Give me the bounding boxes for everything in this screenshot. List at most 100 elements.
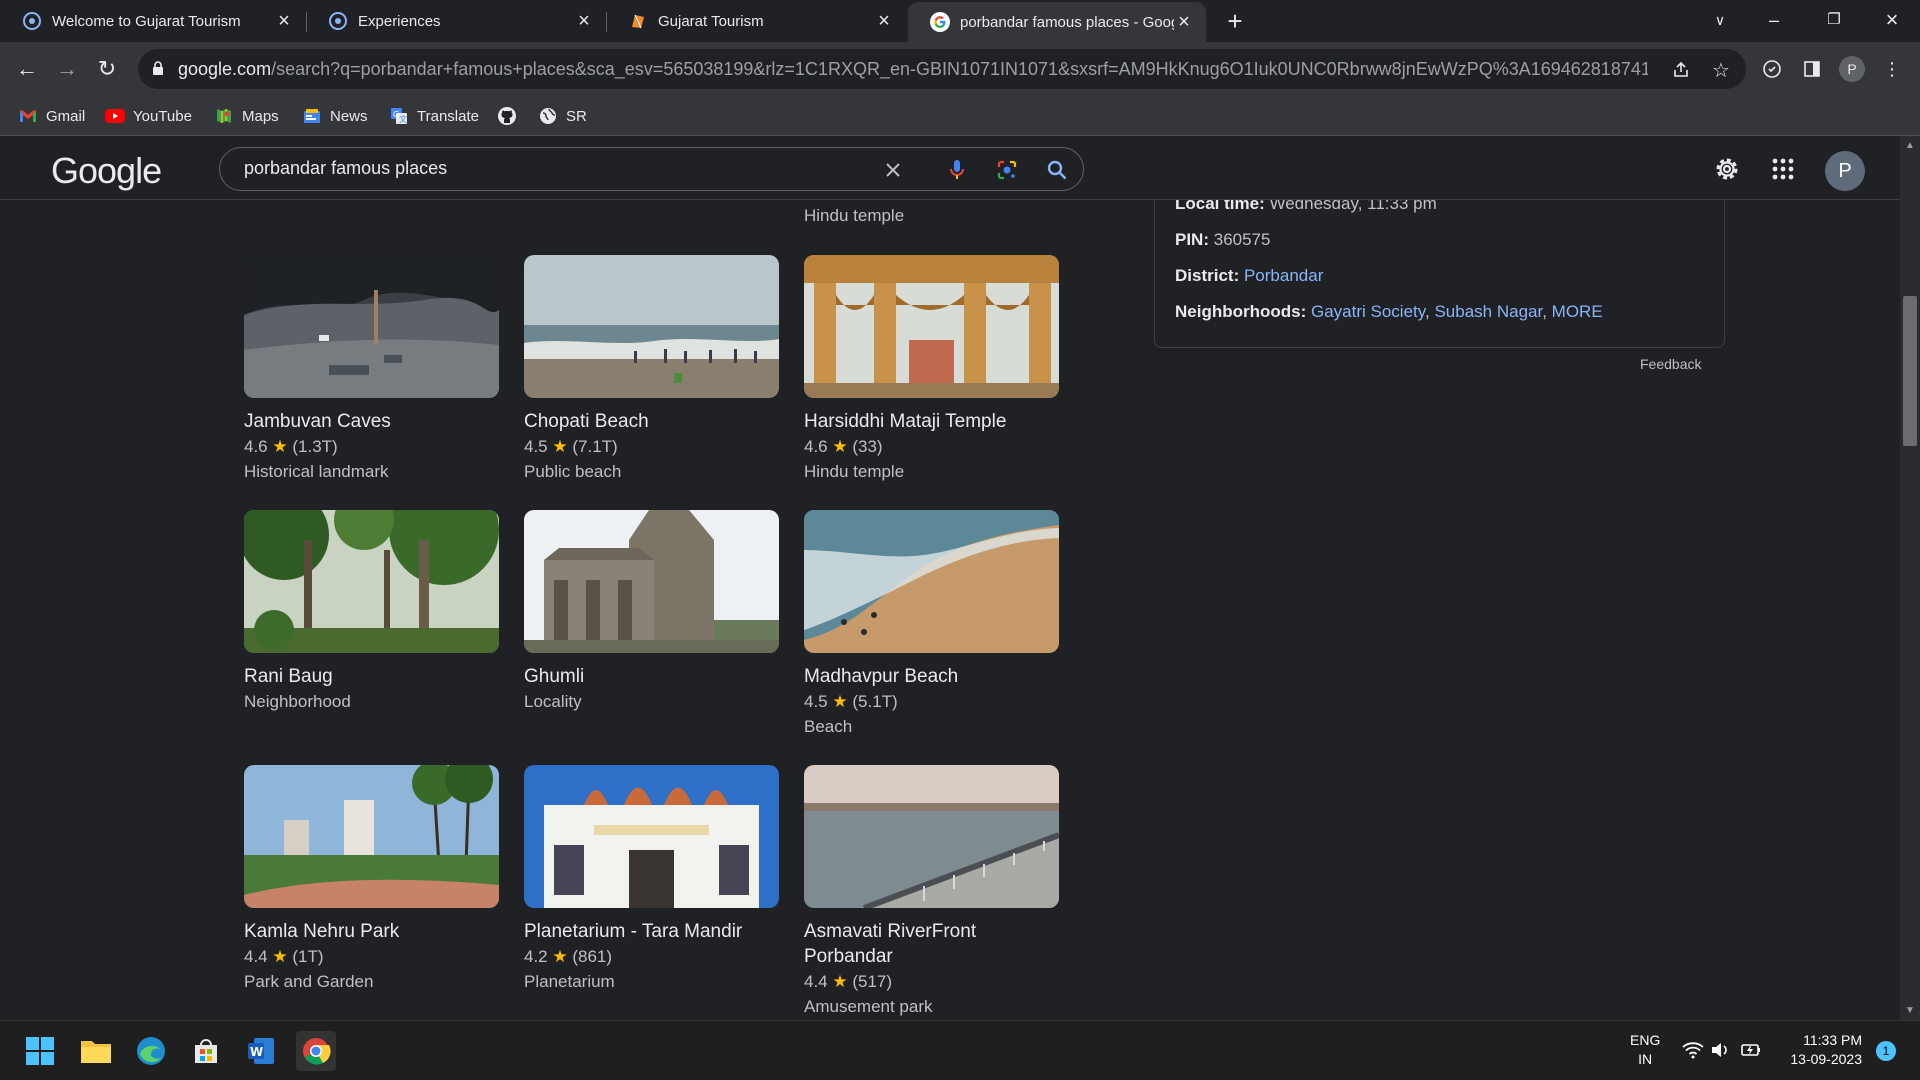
notification-badge[interactable]: 1	[1876, 1041, 1896, 1061]
side-panel-icon[interactable]	[1797, 54, 1827, 84]
kp-label: Neighborhoods:	[1175, 302, 1307, 321]
place-card-ghumli[interactable]: Ghumli Locality	[524, 510, 779, 714]
tab-title: porbandar famous places - Goog	[960, 13, 1174, 31]
bookmark-sr[interactable]: SR	[538, 104, 587, 128]
place-name[interactable]: Chopati Beach	[524, 409, 779, 434]
restore-button[interactable]: ❐	[1806, 0, 1862, 40]
apps-grid-icon[interactable]	[1766, 152, 1800, 186]
forward-button[interactable]: →	[52, 54, 82, 84]
reload-button[interactable]: ↻	[92, 54, 122, 84]
place-image-park[interactable]	[244, 765, 499, 908]
place-card-kamla-nehru-park[interactable]: Kamla Nehru Park 4.4 ★ (1T) Park and Gar…	[244, 765, 499, 994]
settings-gear-icon[interactable]	[1710, 152, 1744, 186]
tab-gujarat-tourism[interactable]: Gujarat Tourism ×	[606, 0, 906, 42]
menu-kebab-icon[interactable]: ⋮	[1877, 54, 1907, 84]
place-name[interactable]: Jambuvan Caves	[244, 409, 499, 434]
place-card-madhavpur-beach[interactable]: Madhavpur Beach 4.5 ★ (5.1T) Beach	[804, 510, 1059, 739]
clear-search-icon[interactable]	[880, 157, 906, 183]
address-bar[interactable]: google.com/search?q=porbandar+famous+pla…	[138, 49, 1746, 89]
place-image-temple[interactable]	[804, 255, 1059, 398]
bookmark-gmail[interactable]: Gmail	[18, 104, 85, 128]
place-image-beach-waves[interactable]	[804, 510, 1059, 653]
place-image-beach[interactable]	[524, 255, 779, 398]
place-name[interactable]: Asmavati RiverFront Porbandar	[804, 919, 1059, 969]
place-card-rani-baug[interactable]: Rani Baug Neighborhood	[244, 510, 499, 714]
windows-start-icon[interactable]	[20, 1031, 60, 1071]
search-icon[interactable]	[1044, 157, 1070, 183]
place-name[interactable]: Kamla Nehru Park	[244, 919, 499, 944]
tab-google-search[interactable]: porbandar famous places - Goog ×	[908, 2, 1206, 42]
lock-icon	[153, 61, 163, 75]
minimize-button[interactable]: –	[1746, 0, 1802, 40]
voice-search-icon[interactable]	[944, 157, 970, 183]
bookmark-maps[interactable]: Maps	[214, 104, 279, 128]
place-name[interactable]: Planetarium - Tara Mandir	[524, 919, 779, 944]
place-card-planetarium-tara-mandir[interactable]: Planetarium - Tara Mandir 4.2 ★ (861) Pl…	[524, 765, 779, 994]
place-image-cave[interactable]	[244, 255, 499, 398]
tab-search-icon[interactable]: ∨	[1692, 0, 1748, 40]
feedback-link[interactable]: Feedback	[1640, 356, 1701, 372]
scrollbar-thumb[interactable]	[1903, 296, 1917, 446]
bookmark-youtube[interactable]: YouTube	[105, 104, 192, 128]
place-image-riverfront[interactable]	[804, 765, 1059, 908]
star-icon: ★	[832, 692, 848, 711]
bookmark-label: Gmail	[46, 107, 86, 125]
word-icon[interactable]: W	[241, 1031, 281, 1071]
place-card-harsiddhi-mataji-temple[interactable]: Harsiddhi Mataji Temple 4.6 ★ (33) Hindu…	[804, 255, 1059, 484]
close-tab-icon[interactable]: ×	[874, 10, 894, 33]
account-avatar[interactable]: P	[1825, 151, 1865, 191]
close-tab-icon[interactable]: ×	[274, 10, 294, 33]
lens-search-icon[interactable]	[994, 157, 1020, 183]
place-image-ruins[interactable]	[524, 510, 779, 653]
volume-icon[interactable]	[1710, 1041, 1730, 1064]
bookmark-star-icon[interactable]: ☆	[1708, 57, 1734, 83]
kp-district: District: Porbandar	[1175, 266, 1323, 286]
url-text[interactable]: google.com/search?q=porbandar+famous+pla…	[178, 59, 1648, 80]
file-explorer-icon[interactable]	[76, 1031, 116, 1071]
close-tab-icon[interactable]: ×	[574, 10, 594, 33]
district-link[interactable]: Porbandar	[1244, 266, 1323, 285]
bookmark-translate[interactable]: G文 Translate	[389, 104, 479, 128]
place-image-planetarium[interactable]	[524, 765, 779, 908]
close-window-button[interactable]: ×	[1864, 0, 1920, 40]
place-rating: 4.4 ★ (1T)	[244, 944, 499, 969]
rating-value: 4.5	[804, 692, 828, 711]
scroll-down-arrow-icon[interactable]: ▼	[1900, 1005, 1920, 1016]
bookmark-label: News	[330, 107, 368, 125]
page-scrollbar[interactable]: ▲ ▼	[1900, 136, 1920, 1020]
share-icon[interactable]	[1668, 57, 1694, 83]
scroll-up-arrow-icon[interactable]: ▲	[1900, 140, 1920, 151]
bookmark-github[interactable]	[497, 104, 525, 128]
place-name[interactable]: Madhavpur Beach	[804, 664, 1059, 689]
tab-welcome-gujarat-tourism[interactable]: Welcome to Gujarat Tourism ×	[0, 0, 306, 42]
place-card-asmavati-riverfront[interactable]: Asmavati RiverFront Porbandar 4.4 ★ (517…	[804, 765, 1059, 1019]
tab-experiences[interactable]: Experiences ×	[306, 0, 606, 42]
neighborhood-link[interactable]: Subash Nagar	[1434, 302, 1542, 321]
neighborhood-link[interactable]: Gayatri Society	[1311, 302, 1425, 321]
translate-icon: G文	[389, 106, 409, 126]
battery-icon[interactable]	[1740, 1041, 1762, 1064]
chrome-icon[interactable]	[296, 1031, 336, 1071]
place-type: Planetarium	[524, 972, 615, 991]
edge-browser-icon[interactable]	[131, 1031, 171, 1071]
bookmark-news[interactable]: News	[302, 104, 368, 128]
search-input[interactable]	[244, 158, 864, 179]
microsoft-store-icon[interactable]	[186, 1031, 226, 1071]
new-tab-button[interactable]: +	[1218, 4, 1252, 38]
kp-value: 360575	[1213, 230, 1271, 249]
google-logo[interactable]: Google	[51, 150, 162, 192]
place-name[interactable]: Harsiddhi Mataji Temple	[804, 409, 1059, 434]
neighborhood-more-link[interactable]: MORE	[1552, 302, 1603, 321]
wifi-icon[interactable]	[1682, 1041, 1704, 1064]
place-image-garden[interactable]	[244, 510, 499, 653]
place-card-chopati-beach[interactable]: Chopati Beach 4.5 ★ (7.1T) Public beach	[524, 255, 779, 484]
extensions-icon[interactable]	[1757, 54, 1787, 84]
place-name[interactable]: Rani Baug	[244, 664, 499, 689]
place-card-jambuvan-caves[interactable]: Jambuvan Caves 4.6 ★ (1.3T) Historical l…	[244, 255, 499, 484]
language-indicator[interactable]: ENG IN	[1630, 1031, 1660, 1069]
clock[interactable]: 11:33 PM 13-09-2023	[1778, 1031, 1862, 1069]
close-tab-icon[interactable]: ×	[1174, 11, 1194, 34]
place-name[interactable]: Ghumli	[524, 664, 779, 689]
profile-button[interactable]: P	[1837, 54, 1867, 84]
back-button[interactable]: ←	[12, 54, 42, 84]
